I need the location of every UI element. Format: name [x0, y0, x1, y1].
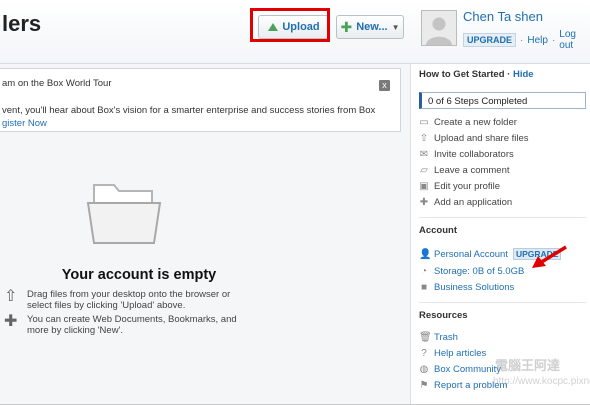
- step-invite[interactable]: ✉ Invite collaborators: [419, 149, 514, 160]
- divider: [419, 217, 586, 218]
- step-label: Edit your profile: [434, 181, 501, 192]
- empty-hint-upload: Drag files from your desktop onto the br…: [27, 289, 231, 311]
- sidebar: How to Get Started · Hide 0 of 6 Steps C…: [410, 64, 590, 404]
- register-link[interactable]: gister Now: [2, 118, 47, 129]
- storage-link[interactable]: Storage: 0B of 5.0GB: [434, 266, 524, 277]
- upgrade-button[interactable]: UPGRADE: [463, 33, 517, 47]
- chevron-down-icon: ▼: [391, 22, 400, 32]
- header: lers Upload ✚ New... ▼ Chen Ta shen UPGR…: [0, 0, 590, 64]
- new-button[interactable]: ✚ New... ▼: [336, 15, 404, 39]
- help-articles-link[interactable]: Help articles: [434, 348, 486, 359]
- watermark-url: http://www.kocpc.pixnet.net: [493, 376, 590, 387]
- close-icon[interactable]: x: [379, 80, 390, 91]
- notice-title: am on the Box World Tour: [2, 78, 112, 89]
- step-label: Upload and share files: [434, 133, 529, 144]
- annotation-arrow-icon: [532, 245, 567, 268]
- resources-heading: Resources: [419, 310, 468, 321]
- main-content: am on the Box World Tour x vent, you'll …: [0, 64, 410, 404]
- account-storage[interactable]: ◔ Storage: 0B of 5.0GB: [419, 266, 524, 277]
- notice-body: vent, you'll hear about Box's vision for…: [2, 105, 376, 116]
- user-name[interactable]: Chen Ta shen: [463, 9, 543, 24]
- separator-dot: ·: [551, 34, 556, 46]
- folder-icon: ▭: [419, 117, 429, 128]
- divider: [419, 302, 586, 303]
- getting-started-title: How to Get Started: [419, 69, 505, 80]
- community-icon: ◍: [419, 364, 429, 375]
- report-icon: ⚑: [419, 380, 429, 391]
- plus-icon: ✚: [419, 197, 429, 208]
- plus-icon: ✚: [340, 19, 353, 35]
- empty-title: Your account is empty: [61, 267, 217, 283]
- help-link[interactable]: Help: [527, 35, 548, 46]
- briefcase-icon: ■: [420, 282, 428, 293]
- hide-link[interactable]: Hide: [513, 69, 534, 80]
- step-label: Add an application: [434, 197, 513, 208]
- account-heading: Account: [419, 225, 457, 236]
- community-link[interactable]: Box Community: [434, 364, 501, 375]
- logout-link[interactable]: Log out: [559, 29, 590, 51]
- account-business[interactable]: ■ Business Solutions: [419, 282, 514, 293]
- separator-dot: ·: [520, 34, 524, 46]
- watermark-logo: 電腦王阿達: [495, 358, 561, 373]
- business-link[interactable]: Business Solutions: [434, 282, 514, 293]
- step-comment[interactable]: ▱ Leave a comment: [419, 165, 510, 176]
- plus-outline-icon: ✚: [4, 313, 18, 330]
- step-profile[interactable]: ▣ Edit your profile: [419, 181, 500, 192]
- step-upload[interactable]: ⇧ Upload and share files: [419, 133, 529, 144]
- step-label: Create a new folder: [434, 117, 517, 128]
- empty-hint-new: You can create Web Documents, Bookmarks,…: [27, 314, 237, 336]
- trash-icon: 🗑: [419, 332, 432, 343]
- upload-icon: ⇧: [419, 133, 429, 144]
- help-icon: ?: [421, 348, 427, 359]
- trash-link[interactable]: Trash: [434, 332, 458, 343]
- resource-help[interactable]: ? Help articles: [419, 348, 486, 359]
- resource-trash[interactable]: 🗑 Trash: [419, 332, 458, 343]
- drag-arrow-icon: ⇧: [4, 288, 18, 305]
- upload-highlight-box: [250, 8, 330, 42]
- personal-account-link[interactable]: Personal Account: [434, 249, 508, 260]
- notice-banner: am on the Box World Tour x vent, you'll …: [0, 68, 401, 132]
- step-label: Invite collaborators: [434, 149, 514, 160]
- resource-community[interactable]: ◍ Box Community: [419, 364, 501, 375]
- page-title: lers: [2, 11, 42, 36]
- profile-icon: ▣: [419, 181, 429, 192]
- step-label: Leave a comment: [434, 165, 510, 176]
- avatar[interactable]: [421, 10, 457, 46]
- step-add-app[interactable]: ✚ Add an application: [419, 197, 512, 208]
- steps-progress: 0 of 6 Steps Completed: [419, 92, 586, 109]
- user-links: UPGRADE · Help · Log out: [463, 29, 590, 51]
- empty-folder-icon: [86, 184, 162, 244]
- getting-started-heading: How to Get Started · Hide: [419, 69, 534, 80]
- user-icon: 👤: [419, 248, 432, 260]
- pie-icon: ◔: [420, 266, 428, 277]
- mail-icon: ✉: [419, 149, 429, 160]
- step-create-folder[interactable]: ▭ Create a new folder: [419, 117, 517, 128]
- new-label: New...: [356, 21, 388, 33]
- comment-icon: ▱: [420, 165, 428, 176]
